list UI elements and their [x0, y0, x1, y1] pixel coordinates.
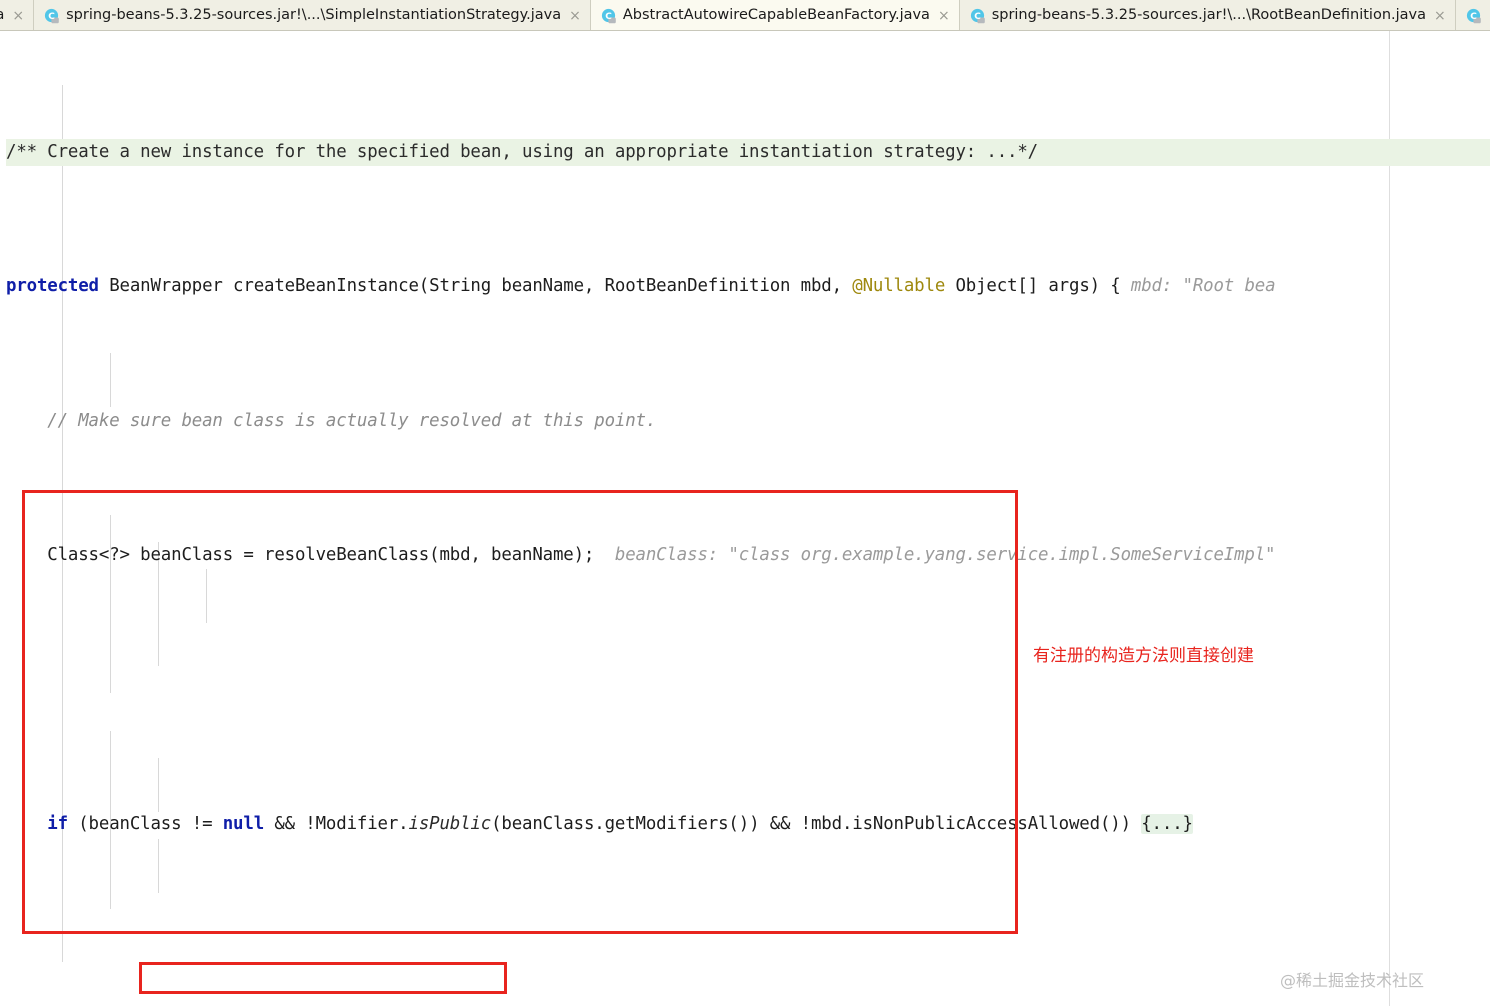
- keyword-null: null: [222, 814, 265, 835]
- code-line[interactable]: /** Create a new instance for the specif…: [0, 138, 1490, 166]
- static-method-ispublic: isPublic: [408, 814, 492, 835]
- editor-tab-bar: ava × C spring-beans-5.3.25-sources.jar!…: [0, 0, 1490, 31]
- code-text: BeanWrapper createBeanInstance(String be…: [98, 276, 853, 297]
- code-editor[interactable]: /** Create a new instance for the specif…: [0, 31, 1490, 1008]
- tab-close-icon[interactable]: ×: [12, 9, 24, 23]
- java-class-icon: C: [601, 8, 617, 24]
- keyword-protected: protected: [6, 276, 99, 297]
- tab-close-icon[interactable]: ×: [938, 9, 950, 23]
- svg-text:C: C: [48, 12, 55, 22]
- code-text: && !Modifier.: [264, 814, 409, 835]
- source-code[interactable]: /** Create a new instance for the specif…: [0, 31, 1490, 1008]
- inlay-hint-beanclass: beanClass: "class org.example.yang.servi…: [614, 545, 1276, 566]
- red-annotation-note: 有注册的构造方法则直接创建: [1033, 646, 1254, 666]
- tab-root-bean-definition[interactable]: C spring-beans-5.3.25-sources.jar!\...\R…: [959, 0, 1456, 30]
- svg-text:C: C: [1470, 12, 1477, 22]
- code-text: (beanClass.getModifiers()) && !mbd.isNon…: [491, 814, 1142, 835]
- annotation-nullable: @Nullable: [852, 276, 946, 297]
- svg-text:C: C: [605, 12, 612, 22]
- tab-close-icon[interactable]: ×: [569, 9, 581, 23]
- code-text: Object[] args) {: [945, 276, 1131, 297]
- code-text: (beanClass !=: [67, 814, 223, 835]
- code-line-blank[interactable]: [0, 946, 1490, 973]
- keyword-if: if: [47, 814, 68, 835]
- code-line[interactable]: Class<?> beanClass = resolveBeanClass(mb…: [0, 542, 1490, 569]
- svg-text:C: C: [974, 12, 981, 22]
- code-line[interactable]: protected BeanWrapper createBeanInstance…: [0, 273, 1490, 300]
- javadoc-folded[interactable]: /** Create a new instance for the specif…: [6, 138, 1490, 166]
- tab-partial-left[interactable]: ava ×: [0, 0, 35, 30]
- tab-close-icon[interactable]: ×: [1434, 9, 1446, 23]
- code-line[interactable]: if (beanClass != null && !Modifier.isPub…: [0, 811, 1490, 838]
- tab-label: ava: [0, 8, 4, 23]
- tab-label: spring-beans-5.3.25-sources.jar!\...\Roo…: [991, 7, 1427, 24]
- tab-partial-right[interactable]: C: [1455, 0, 1490, 30]
- folded-block[interactable]: {...}: [1141, 814, 1193, 835]
- tab-simple-instantiation-strategy[interactable]: C spring-beans-5.3.25-sources.jar!\...\S…: [34, 0, 591, 30]
- code-line-blank[interactable]: [0, 677, 1490, 704]
- code-text: Class<?> beanClass = resolveBeanClass(mb…: [6, 545, 615, 566]
- tab-label: spring-beans-5.3.25-sources.jar!\...\Sim…: [66, 7, 562, 24]
- inlay-hint-mbd: mbd: "Root bea: [1130, 276, 1276, 297]
- tab-abstract-autowire-capable-bean-factory[interactable]: C AbstractAutowireCapableBeanFactory.jav…: [590, 0, 960, 30]
- code-line[interactable]: // Make sure bean class is actually reso…: [0, 408, 1490, 435]
- java-class-icon: C: [970, 8, 986, 24]
- line-comment: // Make sure bean class is actually reso…: [6, 410, 657, 431]
- java-class-icon: C: [44, 8, 60, 24]
- tab-label: AbstractAutowireCapableBeanFactory.java: [622, 7, 930, 24]
- java-class-icon: C: [1466, 8, 1482, 24]
